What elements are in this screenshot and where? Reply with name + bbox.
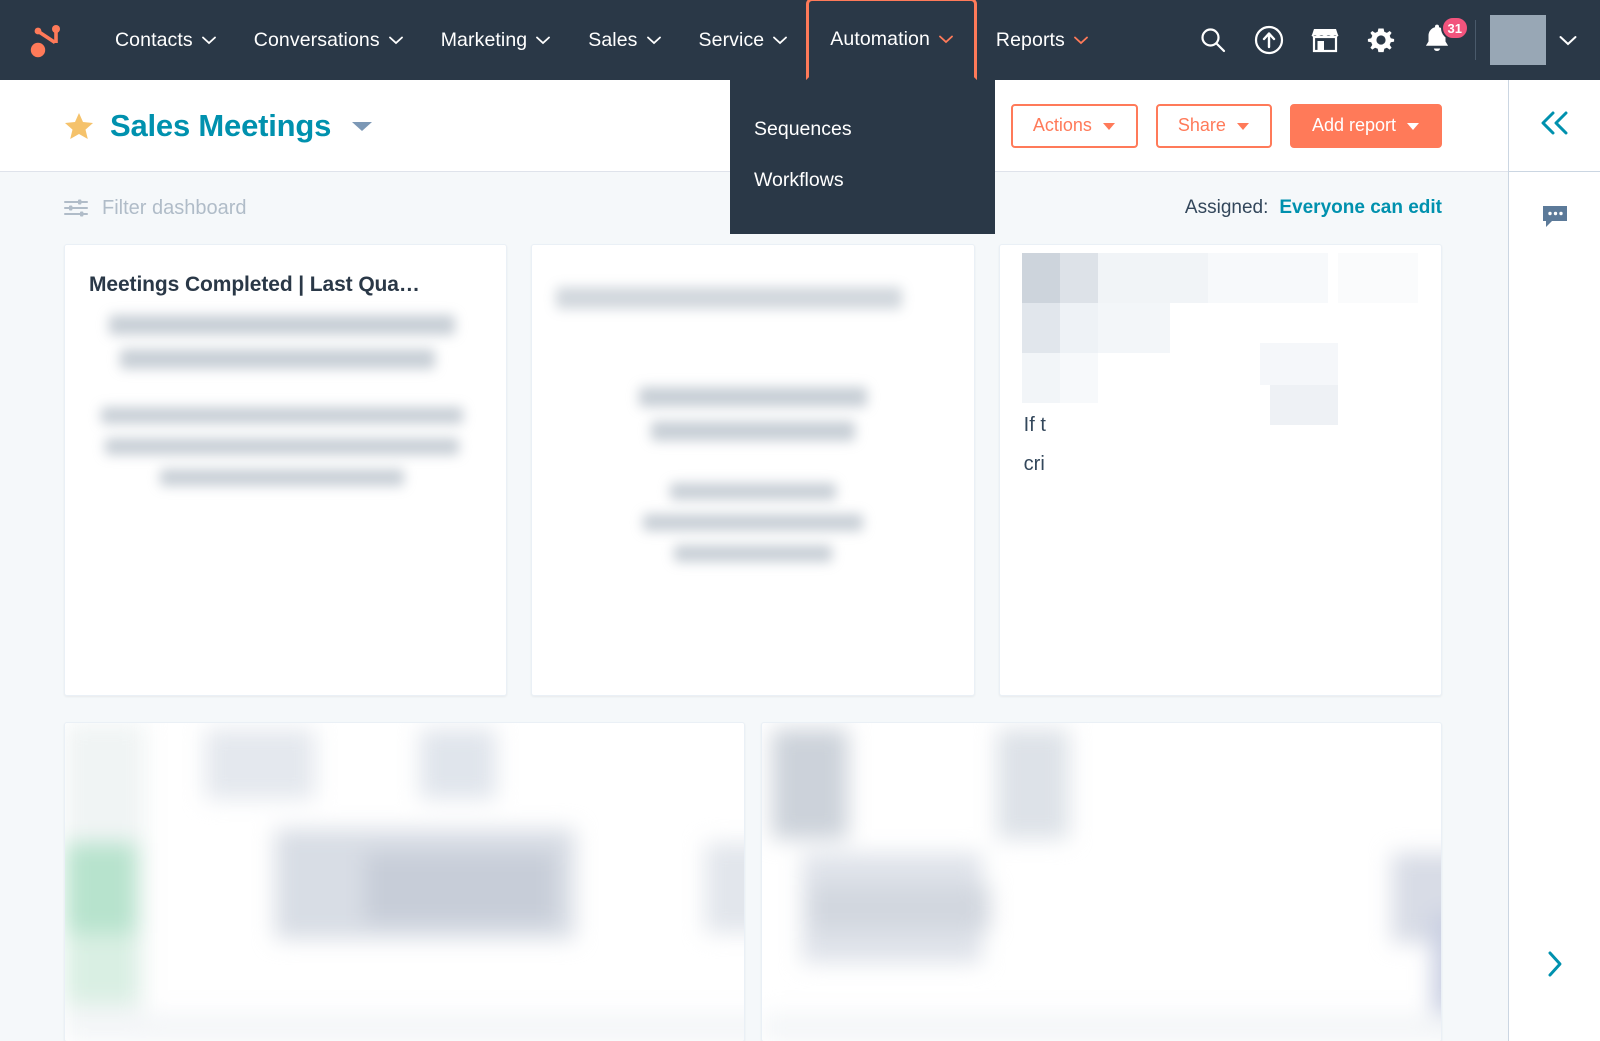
blurred-text-line <box>642 514 864 531</box>
settings-gear-icon[interactable] <box>1353 0 1409 80</box>
assigned-label: Assigned: <box>1184 197 1269 218</box>
dashboard-body: Filter dashboard Assigned: Everyone can … <box>0 172 1508 1041</box>
bottom-card-left[interactable] <box>64 722 745 1041</box>
blurred-text-line <box>108 315 455 335</box>
nav-item-label: Automation <box>830 27 930 50</box>
card-blurred-two[interactable] <box>531 244 975 696</box>
nav-icon-group: 31 <box>1185 0 1600 80</box>
chevron-down-icon <box>201 36 216 45</box>
blurred-text-line <box>104 438 459 455</box>
chat-bubble-button[interactable] <box>1509 172 1600 267</box>
bottom-card-blurred-content <box>65 723 744 1041</box>
chat-bubble-icon <box>1541 204 1569 235</box>
nav-item-label: Sales <box>588 28 638 51</box>
nav-item-sales[interactable]: Sales <box>569 0 679 80</box>
menu-item-label: Sequences <box>754 118 852 140</box>
account-chevron-down-icon[interactable] <box>1546 0 1590 80</box>
bell-wrapper: 31 <box>1417 16 1469 60</box>
nav-item-conversations[interactable]: Conversations <box>235 0 422 80</box>
hubspot-dashboard-app: Contacts Conversations Marketing Sales S… <box>0 0 1600 1041</box>
blurred-text-line <box>159 469 404 486</box>
dashboard-card-grid: Meetings Completed | Last Qua… M Th If t… <box>0 244 1508 696</box>
bottom-card-blurred-content <box>762 723 1441 1041</box>
menu-item-label: Workflows <box>754 169 844 191</box>
card-line-four: cri <box>1023 453 1045 475</box>
caret-down-icon <box>1406 115 1420 136</box>
blurred-text-line <box>638 387 868 407</box>
upgrade-arrow-icon[interactable] <box>1241 0 1297 80</box>
bottom-card-right[interactable] <box>761 722 1442 1041</box>
menu-item-sequences[interactable]: Sequences <box>730 104 995 155</box>
expand-panel-button[interactable] <box>1509 948 1600 985</box>
filter-dashboard-label: Filter dashboard <box>102 196 247 219</box>
menu-item-workflows[interactable]: Workflows <box>730 155 995 206</box>
star-icon[interactable] <box>64 111 94 141</box>
card-title: Meetings Completed | Last Qua… <box>89 273 420 296</box>
double-chevron-left-icon <box>1538 110 1572 141</box>
hubspot-sprocket-logo[interactable] <box>22 14 74 66</box>
blurred-text-line <box>670 483 836 500</box>
blurred-text-line <box>650 421 856 441</box>
assigned-block: Assigned: Everyone can edit <box>1185 197 1442 219</box>
chevron-down-icon <box>646 36 661 45</box>
primary-nav-items: Contacts Conversations Marketing Sales S… <box>96 0 1107 80</box>
nav-item-contacts[interactable]: Contacts <box>96 0 235 80</box>
header-action-buttons: Actions Share Add report <box>936 103 1442 148</box>
card-title: M <box>1023 273 1042 296</box>
card-meetings-completed[interactable]: Meetings Completed | Last Qua… <box>64 244 508 696</box>
dashboard-bottom-row <box>0 696 1508 1041</box>
add-report-button[interactable]: Add report <box>1289 103 1442 148</box>
marketplace-storefront-icon[interactable] <box>1297 0 1353 80</box>
notification-badge: 31 <box>1440 16 1469 40</box>
add-report-button-label: Add report <box>1311 115 1396 135</box>
card-line-two: Th <box>1023 305 1047 327</box>
assigned-value-link[interactable]: Everyone can edit <box>1279 197 1442 219</box>
blurred-text-line <box>674 545 832 562</box>
actions-button-label: Actions <box>1032 115 1092 135</box>
sliders-filter-icon <box>64 198 88 218</box>
nav-item-label: Reports <box>995 28 1065 51</box>
chevron-down-icon <box>1074 36 1088 45</box>
dashboard-title-block: Sales Meetings <box>64 108 374 144</box>
search-icon[interactable] <box>1185 0 1241 80</box>
avatar[interactable] <box>1490 15 1546 65</box>
collapse-sidebar-button[interactable] <box>1509 80 1600 172</box>
blurred-card-title <box>556 287 903 309</box>
card-body-blurred <box>89 315 482 486</box>
share-button[interactable]: Share <box>1155 103 1272 148</box>
actions-button[interactable]: Actions <box>1010 103 1138 148</box>
chevron-down-icon <box>939 35 953 44</box>
caret-down-icon <box>1236 115 1250 136</box>
chevron-down-icon <box>536 36 551 45</box>
nav-item-label: Conversations <box>253 28 380 51</box>
nav-item-automation[interactable]: Automation <box>806 0 977 80</box>
card-partially-obscured[interactable]: M Th If t cri <box>998 244 1442 696</box>
nav-item-label: Service <box>698 28 765 51</box>
chevron-down-icon <box>773 36 788 45</box>
card-line-three: If t <box>1023 414 1046 436</box>
nav-item-label: Marketing <box>440 28 528 51</box>
chevron-down-icon <box>388 36 403 45</box>
nav-item-service[interactable]: Service <box>680 0 807 80</box>
caret-down-icon <box>1102 115 1116 136</box>
nav-item-marketing[interactable]: Marketing <box>422 0 570 80</box>
automation-dropdown-menu: Sequences Workflows <box>730 80 995 234</box>
share-button-label: Share <box>1177 115 1226 135</box>
notifications-bell-icon[interactable]: 31 <box>1409 0 1469 80</box>
page-title: Sales Meetings <box>110 107 332 143</box>
blurred-text-line <box>120 349 436 369</box>
card-body-blurred <box>556 287 949 562</box>
top-navigation-bar: Contacts Conversations Marketing Sales S… <box>0 0 1600 80</box>
nav-item-reports[interactable]: Reports <box>977 0 1107 80</box>
filter-dashboard-control[interactable]: Filter dashboard <box>64 197 247 220</box>
right-sidebar-rail <box>1508 80 1600 1041</box>
chevron-right-icon <box>1544 948 1566 985</box>
dashboard-selector-caret-down-icon[interactable] <box>350 119 374 133</box>
nav-item-label: Contacts <box>115 28 193 51</box>
nav-divider <box>1475 20 1476 60</box>
blurred-text-line <box>100 407 463 424</box>
